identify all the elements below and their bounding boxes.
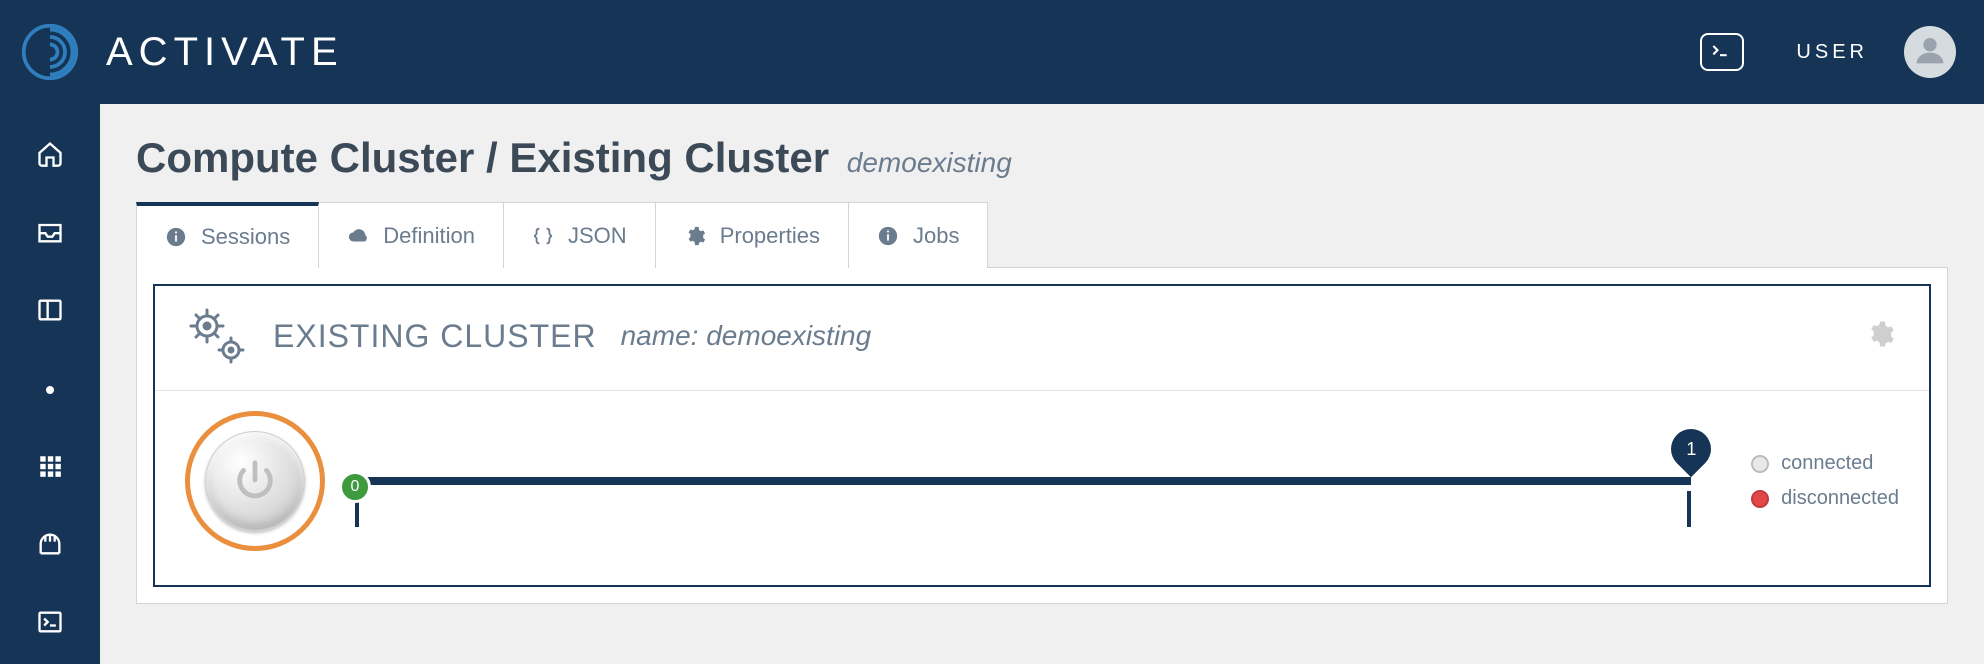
inbox-icon [36,218,64,251]
panel-outer: EXISTING CLUSTER name: demoexisting [136,267,1948,604]
sidebar-item-grid[interactable] [32,450,68,486]
tab-label: JSON [568,223,627,249]
cloud-icon [347,225,369,247]
node-slider[interactable]: 0 1 [355,421,1691,541]
panel-settings-button[interactable] [1865,319,1899,354]
dot-icon [46,386,54,394]
sidebar-item-dot[interactable] [32,372,68,408]
legend-label-connected: connected [1781,452,1873,475]
terminal-small-icon [36,608,64,641]
tab-row: Sessions Definition JSON Properties Jobs [136,202,1948,268]
brand-swirl-icon [18,20,82,84]
braces-icon [532,225,554,247]
user-avatar[interactable] [1904,26,1956,78]
info-icon [877,225,899,247]
legend-dot-connected-icon [1751,455,1769,473]
slider-tick-max [1687,491,1691,527]
power-icon [232,457,278,506]
tab-sessions[interactable]: Sessions [136,202,319,268]
info-icon [165,226,187,248]
tab-json[interactable]: JSON [503,202,656,268]
brand-text: ACTIVATE [106,30,344,75]
panel-inner: EXISTING CLUSTER name: demoexisting [153,284,1931,587]
tab-label: Properties [720,223,820,249]
page-title: Compute Cluster / Existing Cluster demoe… [136,134,1948,182]
sidebar-item-terminal[interactable] [32,606,68,642]
tab-label: Sessions [201,224,290,250]
legend-row-connected: connected [1751,452,1899,475]
terminal-button[interactable] [1700,33,1744,71]
tab-jobs[interactable]: Jobs [848,202,988,268]
slider-current-badge[interactable]: 0 [339,471,371,503]
tab-properties[interactable]: Properties [655,202,849,268]
legend-row-disconnected: disconnected [1751,487,1899,510]
sidebar-item-tunnel[interactable] [32,528,68,564]
grid-icon [37,453,63,484]
sidebar-item-panel[interactable] [32,294,68,330]
legend-label-disconnected: disconnected [1781,487,1899,510]
panel-body: 0 1 connected disconnected [155,391,1929,585]
home-icon [36,140,64,173]
power-button-wrap [185,411,325,551]
tab-label: Jobs [913,223,959,249]
top-bar: ACTIVATE USER [0,0,1984,104]
tunnel-icon [36,530,64,563]
gears-icon [185,304,249,368]
breadcrumb-sub: demoexisting [847,147,1012,178]
power-button[interactable] [205,431,305,531]
slider-max-value: 1 [1686,439,1696,460]
user-label: USER [1796,41,1868,64]
panel-name: name: demoexisting [621,320,872,352]
tab-definition[interactable]: Definition [318,202,504,268]
slider-max-pin[interactable]: 1 [1671,429,1711,469]
panel-left-icon [36,296,64,329]
slider-current-value: 0 [351,478,360,496]
tab-label: Definition [383,223,475,249]
content-area: Compute Cluster / Existing Cluster demoe… [100,104,1984,664]
panel-header: EXISTING CLUSTER name: demoexisting [155,286,1929,391]
panel-title: EXISTING CLUSTER [273,318,597,355]
legend: connected disconnected [1751,452,1899,510]
breadcrumb-main: Compute Cluster / Existing Cluster [136,134,829,181]
sidebar-item-home[interactable] [32,138,68,174]
sidebar [0,104,100,664]
sidebar-item-inbox[interactable] [32,216,68,252]
slider-rail [355,477,1691,485]
terminal-icon [1710,41,1730,64]
legend-dot-disconnected-icon [1751,490,1769,508]
brand[interactable]: ACTIVATE [18,20,344,84]
person-icon [1914,34,1946,71]
gear-icon [684,225,706,247]
